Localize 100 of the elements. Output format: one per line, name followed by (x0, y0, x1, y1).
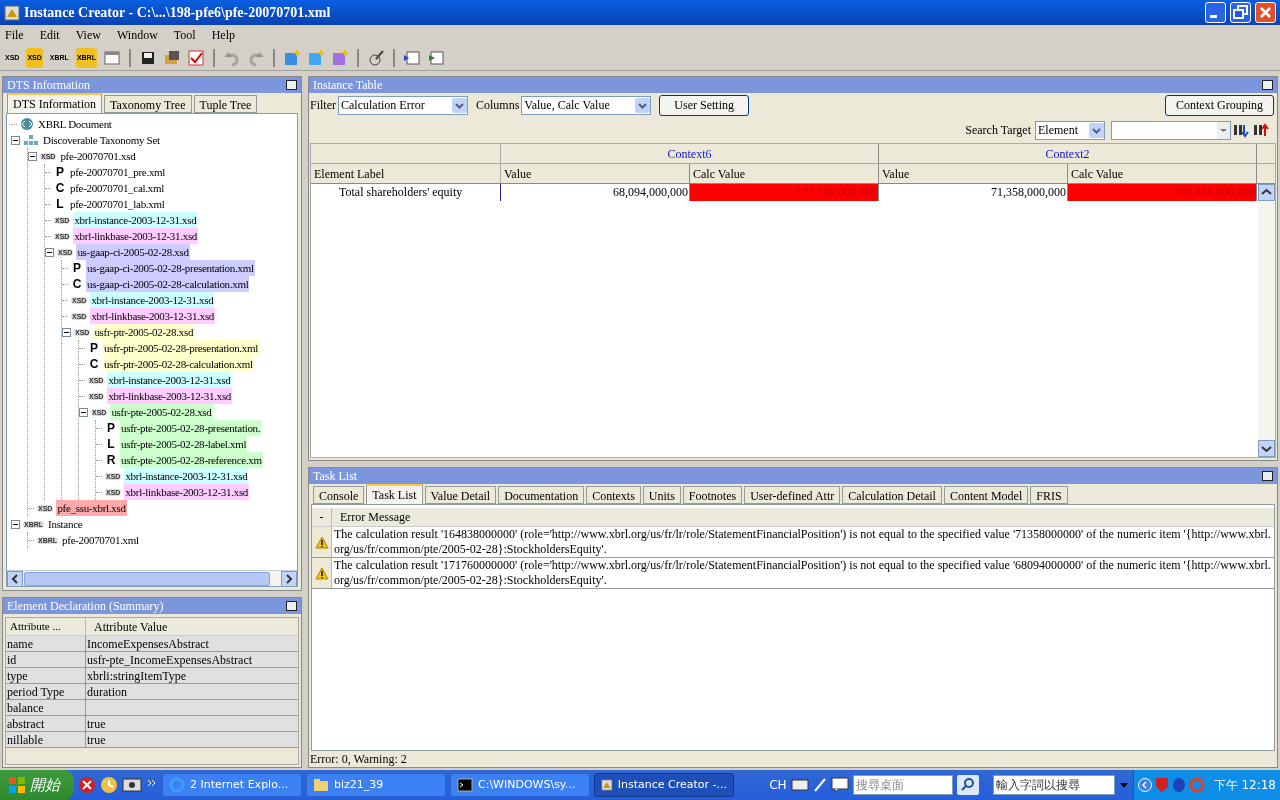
tree-item[interactable]: pfe-20070701_cal.xml (69, 179, 165, 197)
column-header[interactable]: - (312, 508, 332, 526)
window-icon[interactable] (102, 48, 121, 67)
column-header[interactable]: Element Label (311, 164, 501, 183)
tab[interactable]: Calculation Detail (842, 486, 942, 504)
column-header[interactable]: Calc Value (1068, 164, 1257, 183)
search-field[interactable] (1111, 120, 1231, 140)
close-circle-icon[interactable] (78, 776, 96, 794)
tree-item[interactable]: pfe-20070701.xml (61, 531, 140, 549)
tab[interactable]: FRIS (1030, 486, 1068, 504)
tree-item[interactable]: xbrl-instance-2003-12-31.xsd (73, 211, 198, 229)
keyboard-icon[interactable] (790, 778, 809, 792)
maximize-button[interactable] (1262, 471, 1273, 481)
pen-icon[interactable] (812, 777, 827, 793)
clock-icon[interactable] (100, 776, 118, 794)
tree-item[interactable]: Discoverable Taxonomy Set (42, 131, 161, 149)
menu-item[interactable]: File (4, 26, 25, 44)
maximize-button[interactable] (1262, 80, 1273, 90)
taskbar-button[interactable]: 2 Internet Explo... (162, 773, 302, 797)
tab[interactable]: Tuple Tree (193, 95, 258, 113)
file-icon: R (105, 454, 117, 466)
tree-item[interactable]: XBRL Document (37, 115, 113, 133)
column-header[interactable]: Attribute ... (6, 618, 86, 635)
user-setting-button[interactable]: User Setting (659, 94, 749, 116)
taskbar-button[interactable]: biz21_39 (306, 773, 446, 797)
tab[interactable]: Console (313, 486, 365, 504)
pen-icon[interactable] (366, 48, 385, 67)
window-icon[interactable] (402, 48, 421, 67)
tab[interactable]: Taxonomy Tree (104, 95, 192, 113)
tree-item[interactable]: us-gaap-ci-2005-02-28-presentation.xml (86, 259, 255, 277)
column-header[interactable]: Value (501, 164, 690, 183)
tab[interactable]: Documentation (498, 486, 585, 504)
table-cell: name (6, 636, 86, 651)
minimize-icon (1210, 15, 1217, 18)
panel-title: Task List (313, 468, 358, 485)
column-header[interactable]: Attribute Value (86, 617, 298, 636)
tree-item[interactable]: Instance (47, 515, 84, 533)
maximize-button[interactable] (286, 601, 297, 611)
tree-item[interactable]: pfe-20070701_lab.xml (69, 195, 166, 213)
sort-down-icon[interactable] (1233, 122, 1251, 138)
folder-icon[interactable] (162, 48, 181, 67)
language-indicator[interactable]: CH (769, 776, 787, 794)
taskbar-button[interactable]: C:\WINDOWS\sy... (450, 773, 590, 797)
dropdown[interactable]: Value, Calc Value (521, 95, 652, 115)
scroll-thumb[interactable] (24, 571, 270, 586)
tab[interactable]: Content Model (943, 486, 1029, 504)
speech-icon[interactable] (830, 777, 849, 793)
tab[interactable]: Value Detail (424, 486, 497, 504)
tree-item[interactable]: pfe-20070701.xsd (59, 147, 137, 165)
collapse-toggle[interactable] (11, 135, 20, 145)
horizontal-scrollbar[interactable] (7, 570, 297, 586)
table-cell: 171,760,000,000 (690, 184, 879, 201)
start-button[interactable]: 開始 (0, 770, 74, 800)
tab[interactable]: Contexts (586, 486, 641, 504)
menu-item[interactable]: Tool (172, 26, 197, 44)
error-message[interactable]: The calculation result '164838000000' (role='http://www.xbrl.org/us/fr/lr/role/StatementFinancialPosition') is not equal to the specified value '71358000000' of the numeric item '{http://www.xbrl.org/us/fr/common/pte/2005-02-28}:StockholdersEquity'. (332, 527, 1274, 557)
file-icon: P (88, 342, 100, 354)
tab[interactable]: User-defined Attr (744, 486, 841, 504)
vertical-scrollbar[interactable] (1258, 184, 1275, 457)
tree-item[interactable]: usfr-ptr-2005-02-28-presentation.xml (103, 339, 260, 357)
clock: 下午 12:18 (1213, 777, 1276, 794)
tree-item[interactable]: usfr-pte-2005-02-28-presentation. (120, 419, 262, 437)
minimize-button[interactable] (1205, 2, 1226, 23)
collapse-toggle[interactable] (11, 519, 20, 529)
column-header[interactable]: Calc Value (690, 164, 879, 183)
menu-item[interactable]: Help (210, 26, 236, 44)
context-grouping-button[interactable]: Context Grouping (1165, 94, 1274, 116)
maximize-button[interactable] (286, 80, 297, 90)
dropdown[interactable]: Element (1035, 120, 1105, 140)
search-icon[interactable] (956, 775, 979, 795)
desktop-search-field[interactable]: 搜尋桌面 (852, 775, 953, 795)
tree-item[interactable]: pfe-20070701_pre.xml (69, 163, 167, 181)
menu-item[interactable]: Window (115, 26, 159, 44)
tab[interactable]: Task List (366, 484, 423, 504)
tab[interactable]: Footnotes (682, 486, 743, 504)
collapse-toggle[interactable] (62, 327, 71, 337)
sort-up-icon[interactable] (1253, 122, 1271, 138)
taskbar-button[interactable]: Instance Creator -... (594, 773, 734, 797)
menu-item[interactable]: Edit (38, 26, 61, 44)
error-message[interactable]: The calculation result '171760000000' (role='http://www.xbrl.org/us/fr/lr/role/StatementFinancialPosition') is not equal to the specified value '68094000000' of the numeric item '{http://www.xbrl.org/us/fr/common/pte/2005-02-28}:StockholdersEquity'. (332, 558, 1274, 588)
tab[interactable]: Units (642, 486, 681, 504)
caret-down-icon[interactable] (1118, 780, 1129, 790)
close-button[interactable] (1255, 2, 1276, 23)
collapse-toggle[interactable] (79, 407, 88, 417)
collapse-toggle[interactable] (28, 151, 37, 161)
checklist-icon[interactable] (186, 48, 205, 67)
column-header[interactable]: Error Message (332, 508, 1274, 526)
tree-item[interactable]: pfe_ssu-xbrl.xsd (56, 499, 127, 517)
column-header[interactable]: Value (879, 164, 1068, 183)
chevron-left-icon[interactable] (1137, 778, 1152, 792)
menu-item[interactable]: View (74, 26, 102, 44)
tab[interactable]: DTS Information (7, 93, 102, 113)
dropdown[interactable]: Calculation Error (338, 95, 468, 115)
filter-label: Filter (310, 97, 336, 114)
window-icon[interactable] (426, 48, 445, 67)
collapse-toggle[interactable] (45, 247, 54, 257)
table-cell: type (6, 668, 86, 683)
monitor-icon[interactable] (122, 776, 142, 794)
panel-title: Element Declaration (Summary) (7, 598, 164, 615)
web-search-field[interactable]: 輸入字詞以搜尋 (992, 775, 1115, 795)
